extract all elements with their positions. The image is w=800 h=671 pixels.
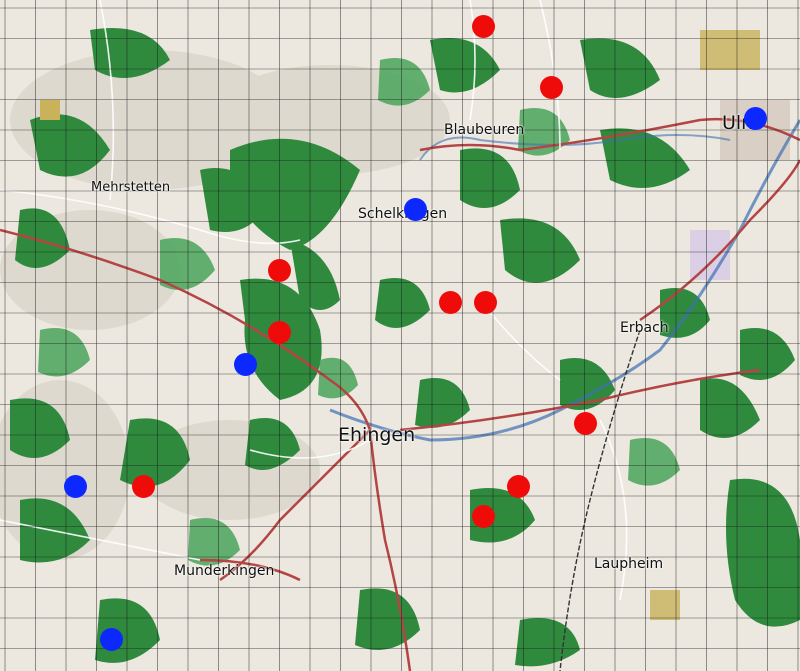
town-label-mehrstetten: Mehrstetten — [91, 180, 171, 195]
marker-red[interactable] — [507, 475, 530, 498]
marker-blue[interactable] — [404, 198, 427, 221]
marker-red[interactable] — [574, 412, 597, 435]
marker-red[interactable] — [540, 76, 563, 99]
marker-red[interactable] — [268, 259, 291, 282]
marker-blue[interactable] — [100, 628, 123, 651]
marker-red[interactable] — [132, 475, 155, 498]
marker-red[interactable] — [472, 505, 495, 528]
marker-blue[interactable] — [234, 353, 257, 376]
marker-red[interactable] — [474, 291, 497, 314]
marker-red[interactable] — [472, 15, 495, 38]
marker-red[interactable] — [439, 291, 462, 314]
town-label-laupheim: Laupheim — [594, 556, 664, 572]
town-label-blaubeuren: Blaubeuren — [444, 122, 525, 138]
marker-blue[interactable] — [64, 475, 87, 498]
town-label-ehingen: Ehingen — [338, 424, 416, 446]
town-label-munderkingen: Munderkingen — [174, 563, 275, 579]
town-label-erbach: Erbach — [620, 320, 669, 336]
map-view[interactable]: Blaubeuren Ulm Mehrstetten Schelklingen … — [0, 0, 800, 671]
town-label-schelklingen: Schelklingen — [358, 206, 448, 222]
marker-red[interactable] — [268, 321, 291, 344]
marker-blue[interactable] — [744, 107, 767, 130]
map-canvas[interactable] — [0, 0, 800, 671]
